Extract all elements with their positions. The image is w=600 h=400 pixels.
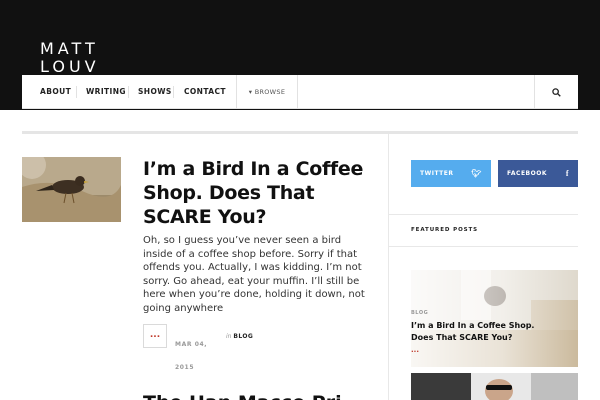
facebook-label: FACEBOOK xyxy=(507,170,547,177)
post-title[interactable]: I’m a Bird In a Coffee Shop. Does That S… xyxy=(143,157,373,229)
featured-overlay xyxy=(411,270,578,367)
featured-image xyxy=(411,373,578,400)
post-thumbnail[interactable] xyxy=(22,157,121,222)
search-button[interactable] xyxy=(534,75,578,109)
content-top-rule xyxy=(22,131,578,134)
nav-divider xyxy=(128,86,129,98)
featured-category[interactable]: BLOG xyxy=(411,310,428,316)
post-excerpt: Oh, so I guess you’ve never seen a bird … xyxy=(143,235,365,314)
nav-divider xyxy=(173,86,174,98)
post-date: MAR 04, 2015 xyxy=(175,341,208,371)
facebook-icon: f xyxy=(565,169,569,178)
sidebar-divider xyxy=(389,246,578,247)
post-thumbnail[interactable] xyxy=(22,392,121,400)
facebook-button[interactable]: FACEBOOK f xyxy=(498,160,578,187)
post-title[interactable]: The Han Macco Pri xyxy=(143,391,373,400)
nav-item-writing[interactable]: WRITING xyxy=(86,75,126,109)
nav-item-about[interactable]: ABOUT xyxy=(40,75,71,109)
post-category: in BLOG xyxy=(226,333,253,340)
search-icon xyxy=(552,87,561,97)
featured-title[interactable]: I’m a Bird In a Coffee Shop. Does That S… xyxy=(411,320,551,343)
browse-label: BROWSE xyxy=(254,88,286,96)
twitter-button[interactable]: TWITTER 🐦︎ xyxy=(411,160,491,187)
featured-more[interactable]: ... xyxy=(411,346,419,354)
column-divider xyxy=(388,134,389,400)
category-link[interactable]: BLOG xyxy=(233,333,253,340)
featured-post-card[interactable]: BLOG I’m a Bird In a Coffee Shop. Does T… xyxy=(411,270,578,367)
read-more-button[interactable]: ... xyxy=(143,324,167,348)
main-nav: ABOUT WRITING SHOWS CONTACT ▾ BROWSE xyxy=(22,75,578,109)
twitter-icon: 🐦︎ xyxy=(471,169,482,178)
featured-post-card[interactable] xyxy=(411,373,578,400)
sidebar-divider xyxy=(389,214,578,215)
nav-divider xyxy=(76,86,77,98)
twitter-label: TWITTER xyxy=(420,170,454,177)
nav-item-shows[interactable]: SHOWS xyxy=(138,75,172,109)
browse-dropdown[interactable]: ▾ BROWSE xyxy=(236,75,298,109)
featured-posts-heading: FEATURED POSTS xyxy=(411,227,479,233)
caret-down-icon: ▾ xyxy=(248,88,253,96)
nav-item-contact[interactable]: CONTACT xyxy=(184,75,226,109)
bird-image xyxy=(22,157,121,222)
category-prefix: in xyxy=(226,333,232,340)
site-logo[interactable]: MATT LOUV xyxy=(40,40,120,76)
